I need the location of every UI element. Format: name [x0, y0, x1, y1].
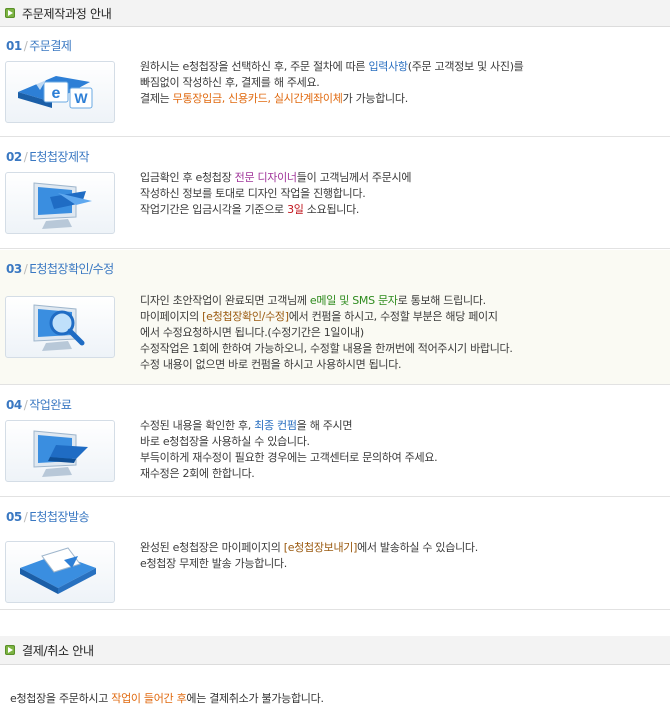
- highlight-text: 3일: [287, 203, 304, 216]
- text-segment: 부득이하게 재수정이 필요한 경우에는 고객센터로 문의하여 주세요.: [140, 451, 438, 464]
- step-number: 04: [6, 398, 22, 412]
- step-invitation-review: 03/E청첩장확인/수정 디자인 초안작업이 완료되면 고객님께 e메일 및 S…: [0, 250, 670, 385]
- description-line: e청첩장 무제한 발송 가능합니다.: [140, 556, 478, 572]
- text-segment: 완성된 e청첩장은 마이페이지의: [140, 541, 284, 554]
- text-segment: 수정 내용이 없으면 바로 컨펌을 하시고 사용하시면 됩니다.: [140, 358, 402, 371]
- highlight-text: 입력사항: [368, 60, 408, 73]
- step-number: 05: [6, 510, 22, 524]
- highlight-text: 무통장입금, 신용카드, 실시간계좌이체: [172, 92, 343, 105]
- description-line: 입금확인 후 e청첩장 전문 디자이너들이 고객님께서 주문시에: [140, 170, 411, 186]
- text-segment: 결제는: [140, 92, 173, 105]
- text-segment: 디자인 초안작업이 완료되면 고객님께: [140, 294, 310, 307]
- description-line: 재수정은 2회에 한합니다.: [140, 466, 437, 482]
- text-segment: 에서 발송하실 수 있습니다.: [357, 541, 478, 554]
- step-invitation-design: 02/E청첩장제작 입금확인 후 e청첩장 전문 디자이너들이 고객님께서 주문…: [0, 138, 670, 249]
- description-line: 부득이하게 재수정이 필요한 경우에는 고객센터로 문의하여 주세요.: [140, 450, 438, 466]
- highlight-text: 작업이 들어간 후: [111, 692, 187, 705]
- text-segment: 에서 수정요청하시면 됩니다.(수정기간은 1일이내): [140, 326, 364, 339]
- text-segment: 작성하신 정보를 토대로 디자인 작업을 진행합니다.: [140, 187, 366, 200]
- description-line: 바로 e청첩장을 사용하실 수 있습니다.: [140, 434, 437, 450]
- text-segment: 작업기간은 입금시각을 기준으로: [140, 203, 288, 216]
- text-segment: 원하시는 e청첩장을 선택하신 후, 주문 절차에 따른: [140, 60, 369, 73]
- step-number: 02: [6, 150, 22, 164]
- description-line: 마이페이지의 [e청첩장확인/수정]에서 컨펌을 하시고, 수정할 부분은 해당…: [140, 309, 513, 325]
- highlight-text: 최종 컨펌: [254, 419, 297, 432]
- step-order-payment: 01/주문결제 e W 원하시는 e청첩장을 선택하신 후, 주문 절차에 따른…: [0, 27, 670, 137]
- text-segment: e청첩장을 주문하시고: [10, 692, 112, 705]
- process-guide-header: 주문제작과정 안내: [0, 0, 670, 27]
- email-send-icon: [5, 541, 115, 603]
- step-name: E청첩장제작: [29, 150, 90, 164]
- web-order-icon: e W: [5, 61, 115, 123]
- svg-text:e: e: [52, 85, 61, 102]
- step-description: 원하시는 e청첩장을 선택하신 후, 주문 절차에 따른 입력사항(주문 고객정…: [140, 59, 524, 107]
- step-name: E청첩장발송: [29, 510, 90, 524]
- section-title: 결제/취소 안내: [22, 644, 94, 658]
- monitor-complete-icon: [5, 420, 115, 482]
- svg-text:W: W: [74, 90, 88, 106]
- text-segment: 에는 결제취소가 불가능합니다.: [186, 692, 324, 705]
- cancel-policy-text: e청첩장을 주문하시고 작업이 들어간 후에는 결제취소가 불가능합니다.: [10, 690, 324, 706]
- description-line: 결제는 무통장입금, 신용카드, 실시간계좌이체가 가능합니다.: [140, 91, 524, 107]
- text-segment: 들이 고객님께서 주문시에: [296, 171, 412, 184]
- text-segment: 빠짐없이 작성하신 후, 결제를 해 주세요.: [140, 76, 320, 89]
- text-segment: 소요됩니다.: [303, 203, 360, 216]
- step-description: 수정된 내용을 확인한 후, 최종 컨펌을 해 주시면 바로 e청첩장을 사용하실…: [140, 418, 438, 482]
- step-label: 03/E청첩장확인/수정: [6, 262, 114, 276]
- step-label: 05/E청첩장발송: [6, 510, 90, 524]
- description-line: 수정된 내용을 확인한 후, 최종 컨펌을 해 주시면: [140, 418, 437, 434]
- description-line: 빠짐없이 작성하신 후, 결제를 해 주세요.: [140, 75, 524, 91]
- text-segment: 입금확인 후 e청첩장: [140, 171, 235, 184]
- highlight-text: 전문 디자이너: [234, 171, 297, 184]
- step-description: 디자인 초안작업이 완료되면 고객님께 e메일 및 SMS 문자로 통보해 드립…: [140, 293, 513, 373]
- description-line: 작성하신 정보를 토대로 디자인 작업을 진행합니다.: [140, 186, 411, 202]
- text-segment: e청첩장 무제한 발송 가능합니다.: [140, 557, 287, 570]
- text-segment: 수정된 내용을 확인한 후,: [140, 419, 255, 432]
- text-segment: 로 통보해 드립니다.: [397, 294, 486, 307]
- description-line: 완성된 e청첩장은 마이페이지의 [e청첩장보내기]에서 발송하실 수 있습니다…: [140, 540, 478, 556]
- text-segment: 바로 e청첩장을 사용하실 수 있습니다.: [140, 435, 310, 448]
- step-label: 01/주문결제: [6, 39, 72, 53]
- text-segment: 가 가능합니다.: [342, 92, 409, 105]
- highlight-text: e메일 및 SMS 문자: [309, 294, 398, 307]
- description-line: 작업기간은 입금시각을 기준으로 3일 소요됩니다.: [140, 202, 411, 218]
- description-line: 수정작업은 1회에 한하여 가능하오니, 수정할 내용을 한꺼번에 적어주시기 …: [140, 341, 513, 357]
- step-work-complete: 04/작업완료 수정된 내용을 확인한 후, 최종 컨펌을 해 주시면 바로 e청…: [0, 386, 670, 497]
- step-name: 작업완료: [29, 398, 72, 412]
- description-line: 수정 내용이 없으면 바로 컨펌을 하시고 사용하시면 됩니다.: [140, 357, 513, 373]
- payment-cancel-header: 결제/취소 안내: [0, 636, 670, 665]
- step-description: 완성된 e청첩장은 마이페이지의 [e청첩장보내기]에서 발송하실 수 있습니다…: [140, 540, 478, 572]
- description-line: 에서 수정요청하시면 됩니다.(수정기간은 1일이내): [140, 325, 513, 341]
- step-name: E청첩장확인/수정: [29, 262, 114, 276]
- step-number: 01: [6, 39, 22, 53]
- step-invitation-send: 05/E청첩장발송 완성된 e청첩장은 마이페이지의 [e청첩장보내기]에서 발…: [0, 498, 670, 610]
- bullet-icon: [5, 645, 15, 655]
- text-segment: 을 해 주시면: [296, 419, 353, 432]
- text-segment: (주문 고객정보 및 사진)를: [407, 60, 524, 73]
- highlight-text: [e청첩장보내기]: [283, 541, 358, 554]
- step-number: 03: [6, 262, 22, 276]
- highlight-text: [e청첩장확인/수정]: [202, 310, 289, 323]
- text-segment: 마이페이지의: [140, 310, 203, 323]
- step-label: 04/작업완료: [6, 398, 72, 412]
- section-title: 주문제작과정 안내: [22, 7, 112, 21]
- text-segment: 수정작업은 1회에 한하여 가능하오니, 수정할 내용을 한꺼번에 적어주시기 …: [140, 342, 513, 355]
- description-line: 원하시는 e청첩장을 선택하신 후, 주문 절차에 따른 입력사항(주문 고객정…: [140, 59, 524, 75]
- monitor-search-icon: [5, 296, 115, 358]
- text-segment: 에서 컨펌을 하시고, 수정할 부분은 해당 페이지: [288, 310, 498, 323]
- monitor-design-icon: [5, 172, 115, 234]
- bullet-icon: [5, 8, 15, 18]
- step-name: 주문결제: [29, 39, 72, 53]
- description-line: 디자인 초안작업이 완료되면 고객님께 e메일 및 SMS 문자로 통보해 드립…: [140, 293, 513, 309]
- step-description: 입금확인 후 e청첩장 전문 디자이너들이 고객님께서 주문시에 작성하신 정보를…: [140, 170, 411, 218]
- text-segment: 재수정은 2회에 한합니다.: [140, 467, 255, 480]
- step-label: 02/E청첩장제작: [6, 150, 90, 164]
